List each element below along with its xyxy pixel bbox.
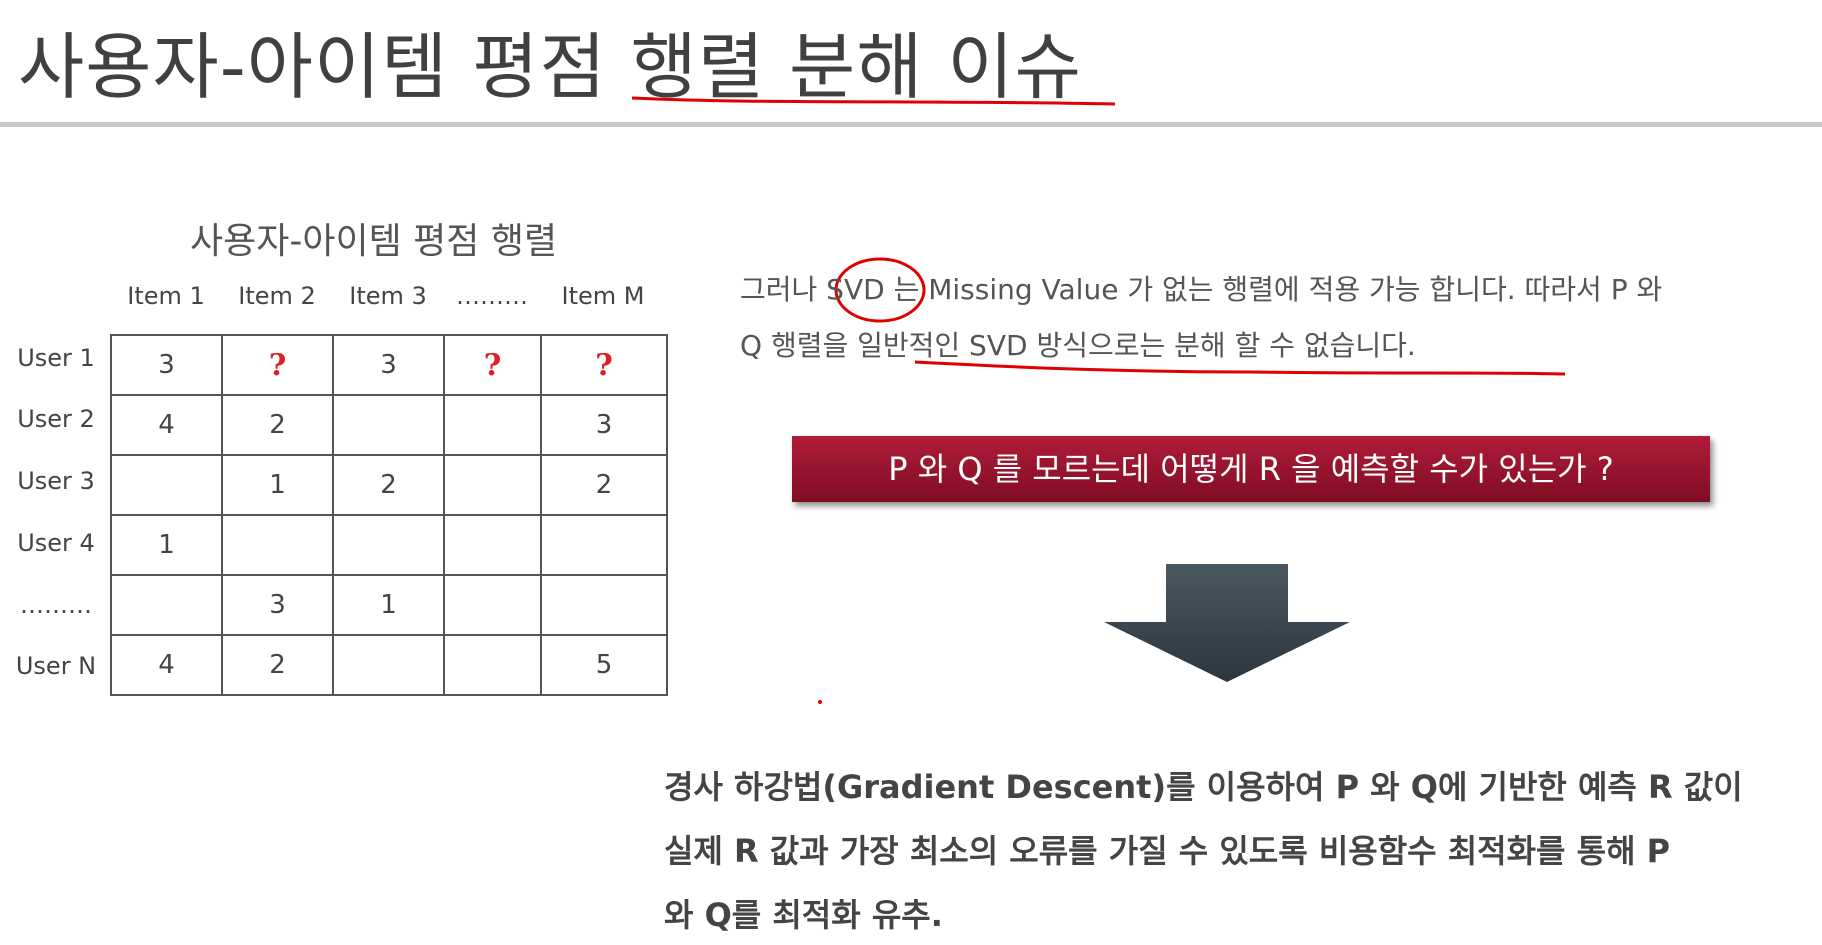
question-banner: P 와 Q 를 모르는데 어떻게 R 을 예측할 수가 있는가 ? (792, 436, 1710, 502)
rating-cell: 1 (332, 574, 445, 636)
down-arrow-icon (1104, 564, 1350, 682)
column-header: Item M (561, 282, 645, 310)
explanation-line-2: Q 행렬을 일반적인 SVD 방식으로는 분해 할 수 없습니다. (740, 329, 1416, 362)
column-header: ……… (456, 282, 528, 310)
row-header: User 3 (17, 467, 95, 495)
rating-cell: 3 (332, 334, 445, 396)
rating-cell (443, 574, 542, 636)
table-row: 3? 3?? (110, 334, 668, 396)
rating-cell (540, 514, 668, 576)
conclusion-line-3: 와 Q를 최적화 유추. (664, 896, 943, 934)
missing-rating-cell: ? (443, 334, 542, 396)
rating-cell (443, 514, 542, 576)
column-header: Item 2 (238, 282, 316, 310)
table-row: 31 (110, 574, 668, 636)
table-row: 1 (110, 514, 668, 576)
rating-cell: 1 (110, 514, 223, 576)
table-row: 122 (110, 454, 668, 516)
rating-cell: 2 (221, 634, 334, 696)
rating-cell: 2 (332, 454, 445, 516)
row-header: User 1 (17, 344, 95, 372)
table-row: 42 3 (110, 394, 668, 456)
rating-cell: 4 (110, 394, 223, 456)
rating-cell: 5 (540, 634, 668, 696)
conclusion-line-2: 실제 R 값과 가장 최소의 오류를 가질 수 있도록 비용함수 최적화를 통해… (664, 832, 1671, 870)
missing-rating-cell: ? (221, 334, 334, 396)
rating-cell (443, 634, 542, 696)
rating-matrix: 3? 3?? 4 2 3 1 2 2 1 3 1 4 2 5 (110, 334, 668, 696)
slide-title: 사용자-아이템 평점 행렬 분해 이슈 (18, 25, 1082, 109)
row-header: User N (15, 652, 97, 680)
rating-cell (110, 454, 223, 516)
rating-cell: 2 (540, 454, 668, 516)
table-row: 42 5 (110, 634, 668, 696)
rating-cell (332, 394, 445, 456)
rating-cell: 4 (110, 634, 223, 696)
rating-cell (443, 394, 542, 456)
rating-cell (332, 514, 445, 576)
rating-cell: 2 (221, 394, 334, 456)
rating-cell (443, 454, 542, 516)
rating-cell (110, 574, 223, 636)
column-header: Item 1 (127, 282, 205, 310)
rating-cell: 3 (540, 394, 668, 456)
rating-cell: 3 (221, 574, 334, 636)
explanation-line-1: 그러나 SVD 는 Missing Value 가 없는 행렬에 적용 가능 합… (740, 273, 1663, 306)
title-divider (0, 122, 1822, 127)
row-header: User 2 (17, 405, 95, 433)
rating-cell: 3 (110, 334, 223, 396)
row-header: User 4 (17, 529, 95, 557)
red-dot-mark (818, 700, 822, 704)
missing-rating-cell: ? (540, 334, 668, 396)
rating-cell: 1 (221, 454, 334, 516)
rating-cell (540, 574, 668, 636)
row-header: ……… (20, 591, 92, 619)
rating-cell (332, 634, 445, 696)
matrix-caption: 사용자-아이템 평점 행렬 (190, 221, 558, 262)
conclusion-line-1: 경사 하강법(Gradient Descent)를 이용하여 P 와 Q에 기반… (664, 768, 1743, 806)
rating-cell (221, 514, 334, 576)
column-header: Item 3 (349, 282, 427, 310)
